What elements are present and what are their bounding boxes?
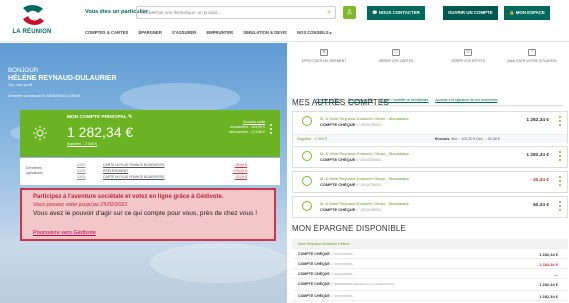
top-header: LA RÉUNION Vous êtes un particulier ⌄ Rec… bbox=[0, 0, 569, 42]
supplement-text: Supplém. : 2 000 € bbox=[297, 137, 328, 141]
account-balance: 1 282,34 € bbox=[526, 118, 549, 123]
card-outstanding-link[interactable]: Encours carte bbox=[243, 120, 265, 124]
other-accounts-title: MES AUTRES COMPTES bbox=[292, 98, 389, 107]
more-options-icon[interactable] bbox=[559, 151, 561, 163]
greeting-hello: BONJOUR bbox=[8, 67, 39, 74]
nav-item-loans[interactable]: EMPRUNTER bbox=[206, 30, 233, 35]
open-account-label: OUVRIR UN COMPTE bbox=[448, 10, 493, 15]
nav-item-simulation[interactable]: SIMULATION & DEVIS bbox=[243, 30, 287, 35]
cloud-decoration bbox=[120, 83, 240, 113]
search-placeholder: Rechercher une thématique, un produit... bbox=[141, 10, 221, 15]
open-account-button[interactable]: OUVRIR UN COMPTE bbox=[443, 6, 498, 20]
search-icon[interactable]: ⌕ bbox=[327, 9, 331, 17]
accounts-panel: ⇅ EFFECTUER UN VIREMENT ▭ GÉRER VOS CARTES… bbox=[288, 43, 569, 303]
sun-icon bbox=[33, 126, 47, 140]
profile-link[interactable]: Voir mon profil bbox=[8, 82, 117, 90]
last-connection: Dernière connexion le 03/08/2016 à 18h08 bbox=[8, 94, 80, 98]
my-space-button[interactable]: 🔒 MON ESPACE bbox=[504, 6, 550, 20]
account-card[interactable]: M. & Mme Reynaud-Dulaurier Olivier - Man… bbox=[292, 171, 568, 193]
transfer-icon: ⇅ bbox=[320, 49, 328, 56]
action-cards[interactable]: ▭ GÉRER VOS CARTES bbox=[366, 49, 426, 63]
accessibility-button[interactable]: ♙ bbox=[343, 6, 356, 19]
alert-deadline: Vous pouvez voter jusqu'au 25/02/2021 bbox=[33, 202, 128, 208]
main-account-supplement[interactable]: Supplém. : 2 000 € bbox=[67, 142, 97, 146]
edit-icon[interactable]: ✎ bbox=[128, 115, 132, 120]
savings-row[interactable]: COMPTE CHÈQUE n° 00016789001 Établisseme… bbox=[292, 279, 568, 291]
account-type: COMPTE CHÈQUE n° 00016789001 bbox=[320, 207, 382, 212]
link-signature[interactable]: Accéder à la signature de vos documents bbox=[435, 98, 497, 102]
alert-title: Participez à l'aventure sociétale et vot… bbox=[33, 194, 224, 200]
logo-mark-icon bbox=[23, 5, 44, 25]
chat-icon: 💬 bbox=[372, 10, 379, 15]
more-options-icon[interactable] bbox=[559, 201, 561, 213]
logo-text: LA RÉUNION bbox=[12, 29, 52, 35]
chart-icon: ◔ bbox=[528, 49, 536, 56]
savings-row[interactable]: COMPTE CHÈQUE n° 00016789001— bbox=[292, 269, 568, 279]
savings-row[interactable]: COMPTE CHÈQUE n° 00016789001- 1 282,34 € bbox=[292, 259, 568, 269]
nav-item-insurance[interactable]: S'ASSURER bbox=[172, 30, 196, 35]
main-nav: COMPTES & CARTES ÉPARGNER S'ASSURER EMPR… bbox=[85, 30, 341, 35]
more-options-icon[interactable] bbox=[270, 124, 273, 136]
main-account-details: Encours carte mouvement : -604,90 € déco… bbox=[229, 120, 265, 135]
account-owner: M. & Mme Reynaud-Dulaurier Olivier - Man… bbox=[320, 176, 409, 181]
savings-holder: Mme Reynaud-Dulaurier Hélène bbox=[292, 239, 568, 249]
detail-line-2: découvertes : -174,56 € bbox=[229, 130, 265, 134]
nav-item-advice[interactable]: NOS CONSEILS ▸ bbox=[297, 30, 332, 35]
sun-icon bbox=[302, 176, 312, 186]
gedivote-link[interactable]: Poursuivre vers Gédivote bbox=[33, 230, 96, 236]
account-type: COMPTE CHÈQUE n° 00016789001 bbox=[320, 122, 382, 127]
account-card[interactable]: M. & Mme Reynaud-Dulaurier Olivier - Man… bbox=[292, 196, 568, 218]
operations-label: Dernières opérations bbox=[26, 166, 43, 175]
my-space-label: MON ESPACE bbox=[515, 10, 545, 15]
greeting: BONJOUR HÉLÈNE REYNAUD-DULAURIER Voir mo… bbox=[8, 67, 117, 90]
bank-logo[interactable]: LA RÉUNION bbox=[6, 3, 58, 39]
account-extra: Supplém. : 2 000 € Encours Mvt : -102,30… bbox=[293, 134, 567, 143]
person-icon: ♙ bbox=[346, 9, 353, 16]
sun-icon bbox=[302, 116, 312, 126]
account-card[interactable]: M. & Mme Reynaud-Dulaurier Olivier - Man… bbox=[292, 146, 568, 168]
sun-icon bbox=[302, 201, 312, 211]
action-analyse[interactable]: ◔ ANALYSER VOTRE SITUATION bbox=[502, 49, 562, 63]
more-options-icon[interactable] bbox=[559, 116, 561, 128]
contact-button[interactable]: 💬 NOUS CONTACTER bbox=[367, 6, 425, 20]
customer-name: HÉLÈNE REYNAUD-DULAURIER bbox=[8, 74, 117, 82]
cloud-decoration bbox=[150, 243, 290, 283]
sun-icon bbox=[302, 151, 312, 161]
account-owner: M. & Mme Reynaud-Dulaurier Olivier - Man… bbox=[320, 151, 409, 156]
main-account-title: MON COMPTE PRINCIPAL ✎ bbox=[67, 115, 133, 120]
account-balance: 1 282,34 € bbox=[526, 153, 549, 158]
nav-item-savings[interactable]: ÉPARGNER bbox=[138, 30, 161, 35]
main-account-card[interactable]: MON COMPTE PRINCIPAL ✎ 1 282,34 € Supplé… bbox=[20, 110, 280, 157]
alert-message: Vous avez le pouvoir d'agir sur ce qui c… bbox=[33, 210, 258, 217]
nav-item-accounts[interactable]: COMPTES & CARTES bbox=[85, 30, 128, 35]
last-operations: Dernières opérations 04/03 CARTE M-PLUS F… bbox=[20, 158, 280, 185]
account-owner: M. & Mme Reynaud-Dulaurier Olivier - Man… bbox=[320, 116, 409, 121]
search-input[interactable]: Rechercher une thématique, un produit...… bbox=[136, 6, 336, 19]
outstanding-text: Encours Mvt : -102,30 € Déc. : -52,38 € bbox=[435, 137, 500, 141]
main-account-amount: 1 282,34 € bbox=[67, 124, 134, 140]
quick-actions: ⇅ EFFECTUER UN VIREMENT ▭ GÉRER VOS CARTES… bbox=[294, 49, 564, 94]
account-balance: - 30,34 € bbox=[530, 178, 549, 183]
account-type: COMPTE CHÈQUE n° 00016789001 bbox=[320, 182, 382, 187]
account-type: COMPTE CHÈQUE n° 00016789001 bbox=[320, 157, 382, 162]
cheque-icon: ⊙ bbox=[464, 49, 472, 56]
account-card[interactable]: M. & Mme Reynaud-Dulaurier Olivier - Man… bbox=[292, 111, 568, 143]
action-effects[interactable]: ⊙ GÉRER VOS EFFETS bbox=[438, 49, 498, 63]
account-owner: M. & Mme Reynaud-Dulaurier Olivier - Man… bbox=[320, 201, 409, 206]
contact-label: NOUS CONTACTER bbox=[378, 10, 420, 15]
savings-row[interactable]: COMPTE CHÈQUE n° 00016789001 1 282,34 € bbox=[292, 249, 568, 259]
vote-alert-banner: Participez à l'aventure sociétale et vot… bbox=[20, 188, 276, 241]
card-icon: ▭ bbox=[392, 49, 400, 56]
detail-line-1: mouvement : -604,90 € bbox=[230, 125, 265, 129]
action-transfer[interactable]: ⇅ EFFECTUER UN VIREMENT bbox=[294, 49, 354, 63]
lock-icon: 🔒 bbox=[509, 10, 516, 15]
savings-row[interactable]: COMPTE CHÈQUE n° 00016789001 1 282,34 € bbox=[292, 291, 568, 301]
savings-title: MON ÉPARGNE DISPONIBLE bbox=[292, 224, 407, 233]
account-balance: $0,34 € bbox=[532, 203, 549, 208]
more-options-icon[interactable] bbox=[559, 176, 561, 188]
